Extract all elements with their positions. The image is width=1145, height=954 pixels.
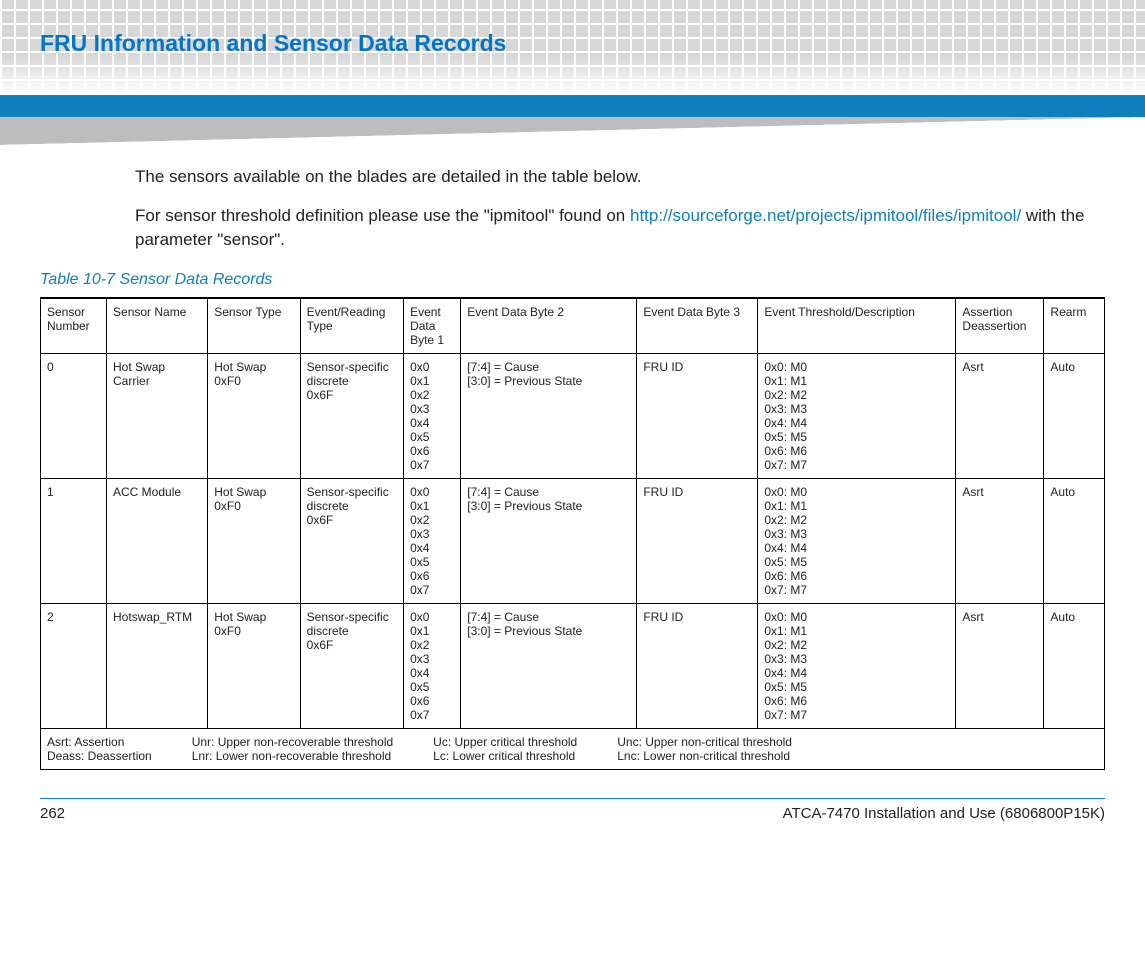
legend-col-2: Unr: Upper non-recoverable threshold Lnr…	[192, 735, 393, 763]
ipmitool-link[interactable]: http://sourceforge.net/projects/ipmitool…	[630, 206, 1021, 225]
cell-assertion: Asrt	[956, 603, 1044, 728]
intro-paragraph-1: The sensors available on the blades are …	[135, 165, 1105, 190]
col-sensor-number: Sensor Number	[41, 298, 107, 354]
cell-sensor-type: Hot Swap 0xF0	[208, 353, 300, 478]
col-event-data-byte-3: Event Data Byte 3	[637, 298, 758, 354]
cell-event-data-byte-3: FRU ID	[637, 603, 758, 728]
cell-sensor-name: Hotswap_RTM	[107, 603, 208, 728]
legend-col-3: Uc: Upper critical threshold Lc: Lower c…	[433, 735, 577, 763]
page-footer: 262 ATCA-7470 Installation and Use (6806…	[40, 798, 1105, 822]
cell-event-data-byte-3: FRU ID	[637, 353, 758, 478]
cell-rearm: Auto	[1044, 353, 1105, 478]
page-number: 262	[40, 805, 65, 822]
cell-rearm: Auto	[1044, 478, 1105, 603]
col-event-data-byte-2: Event Data Byte 2	[461, 298, 637, 354]
col-sensor-type: Sensor Type	[208, 298, 300, 354]
divider-blue-bar	[0, 95, 1145, 117]
intro-text: The sensors available on the blades are …	[135, 165, 1105, 253]
cell-sensor-type: Hot Swap 0xF0	[208, 478, 300, 603]
page-header: FRU Information and Sensor Data Records	[0, 0, 1145, 95]
cell-sensor-type: Hot Swap 0xF0	[208, 603, 300, 728]
cell-event-data-byte-1: 0x0 0x1 0x2 0x3 0x4 0x5 0x6 0x7	[404, 478, 461, 603]
col-event-reading-type: Event/Reading Type	[300, 298, 403, 354]
col-event-threshold: Event Threshold/Description	[758, 298, 956, 354]
cell-event-data-byte-2: [7:4] = Cause [3:0] = Previous State	[461, 478, 637, 603]
cell-event-data-byte-2: [7:4] = Cause [3:0] = Previous State	[461, 603, 637, 728]
page-body: The sensors available on the blades are …	[0, 145, 1145, 770]
cell-sensor-name: Hot Swap Carrier	[107, 353, 208, 478]
col-event-data-byte-1: Event Data Byte 1	[404, 298, 461, 354]
legend: Asrt: Assertion Deass: Deassertion Unr: …	[47, 735, 1098, 763]
cell-sensor-number: 1	[41, 478, 107, 603]
cell-event-reading-type: Sensor-specific discrete 0x6F	[300, 603, 403, 728]
section-title: FRU Information and Sensor Data Records	[40, 30, 506, 57]
table-row: 2 Hotswap_RTM Hot Swap 0xF0 Sensor-speci…	[41, 603, 1105, 728]
intro-paragraph-2: For sensor threshold definition please u…	[135, 204, 1105, 253]
table-caption: Table 10-7 Sensor Data Records	[40, 271, 1105, 289]
table-header-row: Sensor Number Sensor Name Sensor Type Ev…	[41, 298, 1105, 354]
legend-col-1: Asrt: Assertion Deass: Deassertion	[47, 735, 152, 763]
sensor-data-table: Sensor Number Sensor Name Sensor Type Ev…	[40, 297, 1105, 770]
cell-event-threshold: 0x0: M0 0x1: M1 0x2: M2 0x3: M3 0x4: M4 …	[758, 603, 956, 728]
table-row: 1 ACC Module Hot Swap 0xF0 Sensor-specif…	[41, 478, 1105, 603]
cell-assertion: Asrt	[956, 478, 1044, 603]
cell-event-threshold: 0x0: M0 0x1: M1 0x2: M2 0x3: M3 0x4: M4 …	[758, 353, 956, 478]
table-legend-row: Asrt: Assertion Deass: Deassertion Unr: …	[41, 728, 1105, 769]
document-id: ATCA-7470 Installation and Use (6806800P…	[783, 805, 1105, 822]
col-sensor-name: Sensor Name	[107, 298, 208, 354]
cell-sensor-name: ACC Module	[107, 478, 208, 603]
cell-event-data-byte-1: 0x0 0x1 0x2 0x3 0x4 0x5 0x6 0x7	[404, 353, 461, 478]
cell-sensor-number: 0	[41, 353, 107, 478]
table-body: 0 Hot Swap Carrier Hot Swap 0xF0 Sensor-…	[41, 353, 1105, 769]
divider-wedge	[0, 117, 1145, 145]
legend-col-4: Unc: Upper non-critical threshold Lnc: L…	[617, 735, 792, 763]
cell-assertion: Asrt	[956, 353, 1044, 478]
col-assertion: Assertion Deassertion	[956, 298, 1044, 354]
cell-event-data-byte-3: FRU ID	[637, 478, 758, 603]
table-row: 0 Hot Swap Carrier Hot Swap 0xF0 Sensor-…	[41, 353, 1105, 478]
cell-sensor-number: 2	[41, 603, 107, 728]
cell-rearm: Auto	[1044, 603, 1105, 728]
col-rearm: Rearm	[1044, 298, 1105, 354]
cell-event-threshold: 0x0: M0 0x1: M1 0x2: M2 0x3: M3 0x4: M4 …	[758, 478, 956, 603]
cell-event-reading-type: Sensor-specific discrete 0x6F	[300, 353, 403, 478]
cell-event-data-byte-2: [7:4] = Cause [3:0] = Previous State	[461, 353, 637, 478]
intro-p2-pre: For sensor threshold definition please u…	[135, 206, 630, 225]
cell-event-reading-type: Sensor-specific discrete 0x6F	[300, 478, 403, 603]
cell-event-data-byte-1: 0x0 0x1 0x2 0x3 0x4 0x5 0x6 0x7	[404, 603, 461, 728]
